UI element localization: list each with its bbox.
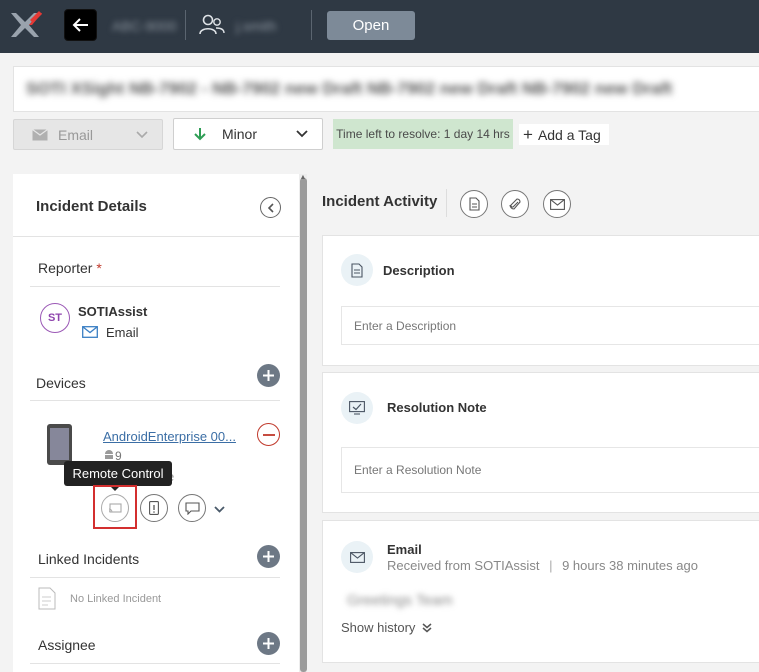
top-bar: ABC-9000 j.smith Open — [0, 0, 759, 53]
separator — [311, 10, 312, 40]
incident-id-blurred: ABC-9000 — [112, 18, 177, 34]
incident-title-field[interactable]: SOTI XSight NB-7902 - NB-7902 new Draft … — [13, 66, 759, 112]
email-icon-wrap — [341, 541, 373, 573]
document-icon — [38, 587, 56, 610]
no-linked-incident-text: No Linked Incident — [70, 593, 162, 605]
add-linked-incident-button[interactable] — [257, 545, 280, 568]
send-message-button[interactable] — [178, 494, 206, 522]
reporter-label: Reporter * — [38, 260, 102, 276]
required-marker: * — [96, 260, 102, 276]
resolution-icon-wrap — [341, 392, 373, 424]
email-label: Email — [387, 542, 422, 557]
add-device-button[interactable] — [257, 364, 280, 387]
reporter-avatar: ST — [40, 303, 70, 333]
description-card — [322, 235, 759, 366]
channel-value: Email — [58, 126, 94, 143]
document-icon — [468, 197, 480, 211]
paperclip-icon — [509, 197, 521, 210]
linked-incidents-label: Linked Incidents — [38, 551, 140, 567]
minus-icon — [262, 433, 275, 436]
send-email-button[interactable] — [543, 190, 571, 218]
document-icon — [351, 262, 363, 278]
email-time: 9 hours 38 minutes ago — [562, 558, 698, 573]
plus-icon — [263, 370, 274, 381]
show-history-button[interactable]: Show history — [341, 620, 432, 635]
email-sender: Received from SOTIAssist — [387, 558, 540, 573]
chevron-down-icon — [296, 130, 308, 138]
chevron-down-icon — [136, 130, 148, 138]
chat-bubble-icon — [184, 501, 200, 515]
plus-icon — [263, 638, 274, 649]
envelope-icon — [549, 198, 565, 210]
plus-icon: + — [523, 125, 533, 144]
device-phone-icon — [47, 424, 72, 465]
open-status-button[interactable]: Open — [327, 11, 415, 40]
assignee-name-blurred: j.smith — [236, 18, 277, 34]
devices-label: Devices — [36, 375, 86, 391]
add-tag-label: Add a Tag — [537, 126, 601, 143]
incident-title: SOTI XSight NB-7902 - NB-7902 new Draft … — [26, 79, 673, 98]
scrollbar-thumb[interactable] — [300, 178, 307, 672]
reporter-channel: Email — [106, 325, 139, 340]
soti-logo-icon[interactable] — [8, 8, 42, 42]
collapse-panel-button[interactable] — [260, 197, 281, 218]
reporter-label-text: Reporter — [38, 260, 93, 276]
sla-time-left-badge: Time left to resolve: 1 day 14 hrs — [333, 119, 513, 149]
add-tag-button[interactable]: + Add a Tag — [519, 124, 609, 145]
add-note-button[interactable] — [460, 190, 488, 218]
device-info-icon — [149, 501, 159, 515]
envelope-icon — [82, 326, 98, 338]
description-icon-wrap — [341, 254, 373, 286]
panel-title: Incident Details — [36, 198, 147, 215]
android-icon — [105, 450, 113, 459]
device-name-link[interactable]: AndroidEnterprise 00... — [103, 429, 236, 444]
email-meta-separator: | — [549, 558, 553, 573]
chevron-down-icon[interactable] — [214, 506, 225, 513]
divider — [30, 577, 280, 578]
reporter-name: SOTIAssist — [78, 304, 148, 319]
remove-device-button[interactable] — [257, 423, 280, 446]
description-label: Description — [383, 263, 455, 278]
double-chevron-down-icon — [422, 622, 432, 632]
assignee-label: Assignee — [38, 637, 96, 653]
remote-control-tooltip: Remote Control — [64, 461, 172, 486]
channel-dropdown[interactable]: Email — [13, 119, 163, 150]
arrow-down-icon — [194, 128, 206, 141]
priority-dropdown[interactable]: Minor — [173, 118, 323, 150]
envelope-icon — [349, 551, 365, 563]
arrow-left-icon — [72, 18, 88, 32]
envelope-icon — [32, 128, 48, 140]
separator — [446, 189, 447, 217]
chevron-left-icon — [267, 202, 274, 213]
divider — [13, 236, 299, 237]
resolution-note-icon — [349, 401, 365, 415]
incident-activity-title: Incident Activity — [322, 193, 438, 210]
email-meta: Received from SOTIAssist | 9 hours 38 mi… — [387, 558, 698, 573]
show-history-label: Show history — [341, 620, 416, 635]
resolution-note-label: Resolution Note — [387, 400, 487, 415]
device-info-button[interactable] — [140, 494, 168, 522]
remote-control-highlight — [93, 485, 137, 529]
separator — [185, 10, 186, 40]
email-body-blurred: Greetings Team — [347, 592, 453, 609]
priority-value: Minor — [222, 126, 258, 142]
description-input[interactable]: Enter a Description — [341, 306, 759, 345]
scroll-up-arrow-icon[interactable]: ▲ — [299, 174, 307, 181]
back-button[interactable] — [64, 9, 97, 41]
divider — [30, 663, 280, 664]
add-assignee-button[interactable] — [257, 632, 280, 655]
users-icon[interactable] — [199, 13, 225, 37]
plus-icon — [263, 551, 274, 562]
divider — [30, 286, 280, 287]
divider — [30, 400, 280, 401]
resolution-note-input[interactable]: Enter a Resolution Note — [341, 447, 759, 493]
attach-file-button[interactable] — [501, 190, 529, 218]
